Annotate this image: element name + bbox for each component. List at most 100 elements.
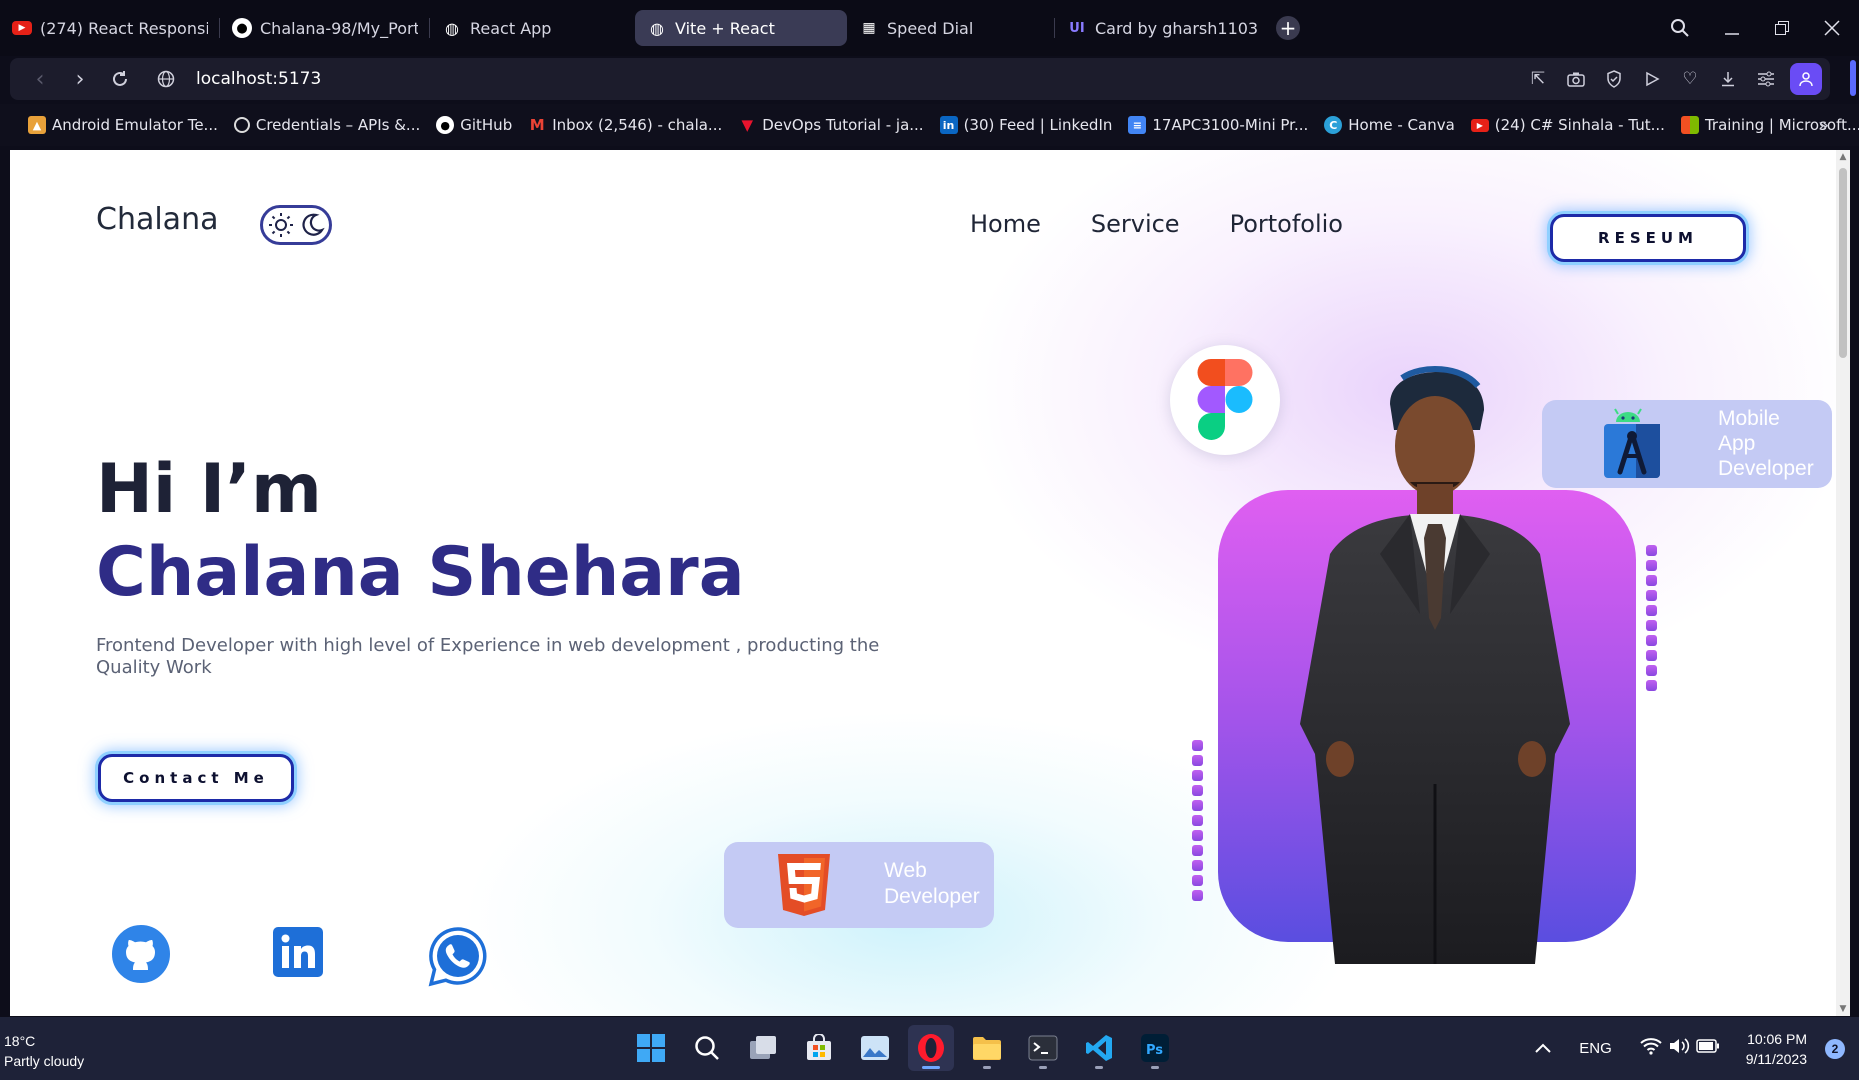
new-tab-button[interactable]: + <box>1276 16 1300 40</box>
name-heading: Chalana Shehara <box>96 533 745 612</box>
resume-button[interactable]: RESEUM <box>1550 214 1746 262</box>
taskbar-photos[interactable] <box>852 1025 898 1071</box>
clock-time: 10:06 PM <box>1747 1030 1807 1047</box>
bookmark-linkedin[interactable]: in (30) Feed | LinkedIn <box>939 116 1112 134</box>
github-icon <box>112 925 170 983</box>
volume-icon[interactable] <box>1668 1037 1690 1060</box>
tab-label: Chalana-98/My_Portofolio <box>260 18 418 38</box>
tab-vite-react[interactable]: ◍ Vite + React <box>635 10 847 46</box>
scroll-up-icon[interactable]: ▲ <box>1836 150 1850 164</box>
close-icon[interactable] <box>1824 0 1848 56</box>
bookmark-gmail[interactable]: M Inbox (2,546) - chala... <box>528 116 723 134</box>
taskbar-vscode[interactable] <box>1076 1025 1122 1071</box>
folder-icon <box>973 1037 1001 1060</box>
taskbar-terminal[interactable] <box>1020 1025 1066 1071</box>
taskbar-search[interactable] <box>684 1025 730 1071</box>
gmail-icon: M <box>529 116 545 134</box>
whatsapp-link[interactable] <box>426 925 490 989</box>
bookmark-devops[interactable]: ▼ DevOps Tutorial - ja... <box>738 116 923 134</box>
tab-uiverse-card[interactable]: UI Card by gharsh11032000 <box>1055 10 1270 46</box>
task-view[interactable] <box>740 1025 786 1071</box>
play-icon[interactable] <box>1638 65 1666 93</box>
devops-icon: ▼ <box>741 116 754 134</box>
bookmark-csharp-sinhala[interactable]: ▶ (24) C# Sinhala - Tut... <box>1470 116 1665 134</box>
bookmark-github[interactable]: ● GitHub <box>436 116 512 134</box>
bookmark-android-emulator[interactable]: ▲ Android Emulator Te... <box>28 116 218 134</box>
linkedin-icon: in <box>939 116 958 134</box>
taskbar: 18°C Partly cloudy Ps ENG 10:06 PM 9/11/… <box>0 1017 1859 1080</box>
theme-toggle[interactable] <box>260 205 332 245</box>
tab-label: Vite + React <box>675 18 775 38</box>
portrait-photo <box>1300 366 1570 964</box>
photos-icon <box>861 1036 889 1060</box>
clock[interactable]: 10:06 PM 9/11/2023 <box>1746 1029 1807 1069</box>
clock-date: 9/11/2023 <box>1745 1050 1807 1067</box>
tab-react-app[interactable]: ◍ React App <box>430 10 635 46</box>
scroll-down-icon[interactable]: ▼ <box>1836 1002 1850 1016</box>
download-icon[interactable] <box>1714 65 1742 93</box>
bookmark-label: 17APC3100-Mini Pr... <box>1152 116 1309 134</box>
globe-icon: ◍ <box>445 18 459 38</box>
linkedin-link[interactable] <box>272 925 324 979</box>
bookmark-canva[interactable]: C Home - Canva <box>1324 116 1455 134</box>
forward-button[interactable]: › <box>60 59 100 99</box>
bookmark-mini-project[interactable]: ≡ 17APC3100-Mini Pr... <box>1128 116 1308 134</box>
minimize-icon[interactable] <box>1724 0 1748 56</box>
restore-icon[interactable] <box>1774 0 1798 56</box>
mobile-card-line2: App <box>1718 432 1756 455</box>
taskbar-store[interactable] <box>796 1025 842 1071</box>
bookmark-credentials[interactable]: Credentials – APIs &... <box>233 116 420 134</box>
github-icon: ● <box>232 18 252 38</box>
back-button[interactable]: ‹ <box>20 59 60 99</box>
emulator-icon: ▲ <box>28 116 46 134</box>
taskbar-file-explorer[interactable] <box>964 1025 1010 1071</box>
url-input[interactable]: localhost:5173 <box>196 69 321 89</box>
brand-logo[interactable]: Chalana <box>96 202 218 237</box>
bookmarks-overflow-icon[interactable]: » <box>1818 115 1829 136</box>
speed-dial-icon: ▦ <box>862 20 876 36</box>
vscode-icon <box>1086 1035 1112 1061</box>
contact-me-button[interactable]: Contact Me <box>98 754 294 802</box>
android-studio-icon <box>1604 408 1660 478</box>
site-info-icon[interactable] <box>146 59 186 99</box>
page-scrollbar[interactable]: ▲ ▼ <box>1836 150 1850 1016</box>
tab-speed-dial[interactable]: ▦ Speed Dial <box>847 10 1055 46</box>
sidebar-accent <box>1847 60 1859 98</box>
share-icon[interactable]: ⇱ <box>1524 65 1552 93</box>
address-bar: ‹ › localhost:5173 ⇱ ♡ <box>10 58 1830 100</box>
notification-badge[interactable]: 2 <box>1825 1038 1845 1059</box>
canva-icon: C <box>1324 116 1343 134</box>
tab-react-responsive[interactable]: ▶ (274) React Responsive Po <box>0 10 220 46</box>
tab-github-portfolio[interactable]: ● Chalana-98/My_Portofolio <box>220 10 430 46</box>
weather-desc: Partly cloudy <box>4 1053 85 1069</box>
main-nav: Home Service Portofolio <box>970 210 1343 238</box>
bookmark-microsoft-training[interactable]: Training | Microsoft... <box>1680 116 1859 134</box>
task-view-icon <box>750 1036 776 1059</box>
wifi-icon[interactable] <box>1640 1037 1662 1060</box>
taskbar-photoshop[interactable]: Ps <box>1132 1025 1178 1071</box>
camera-icon[interactable] <box>1562 65 1590 93</box>
search-icon <box>695 1036 719 1060</box>
battery-icon[interactable] <box>1696 1039 1720 1058</box>
scroll-thumb[interactable] <box>1839 168 1847 358</box>
language-indicator[interactable]: ENG <box>1579 1040 1612 1057</box>
youtube-icon: ▶ <box>1470 118 1489 132</box>
github-link[interactable] <box>112 925 170 983</box>
settings-sliders-icon[interactable] <box>1752 65 1780 93</box>
chevron-up-icon[interactable] <box>1535 1040 1551 1058</box>
search-tabs-icon[interactable] <box>1670 0 1700 56</box>
nav-portofolio[interactable]: Portofolio <box>1230 210 1343 238</box>
shield-icon[interactable] <box>1600 65 1628 93</box>
taskbar-opera[interactable] <box>908 1025 954 1071</box>
mobile-card-line1: Mobile <box>1718 407 1780 430</box>
mobile-card-line3: Developer <box>1718 457 1814 480</box>
weather-widget[interactable]: 18°C Partly cloudy <box>4 1031 84 1071</box>
start-button[interactable] <box>628 1025 674 1071</box>
nav-home[interactable]: Home <box>970 210 1041 238</box>
heart-icon[interactable]: ♡ <box>1676 65 1704 93</box>
docs-icon: ≡ <box>1128 116 1147 134</box>
reload-button[interactable] <box>100 59 140 99</box>
nav-service[interactable]: Service <box>1091 210 1180 238</box>
profile-avatar-icon[interactable] <box>1790 63 1822 95</box>
tab-label: Speed Dial <box>887 18 974 38</box>
